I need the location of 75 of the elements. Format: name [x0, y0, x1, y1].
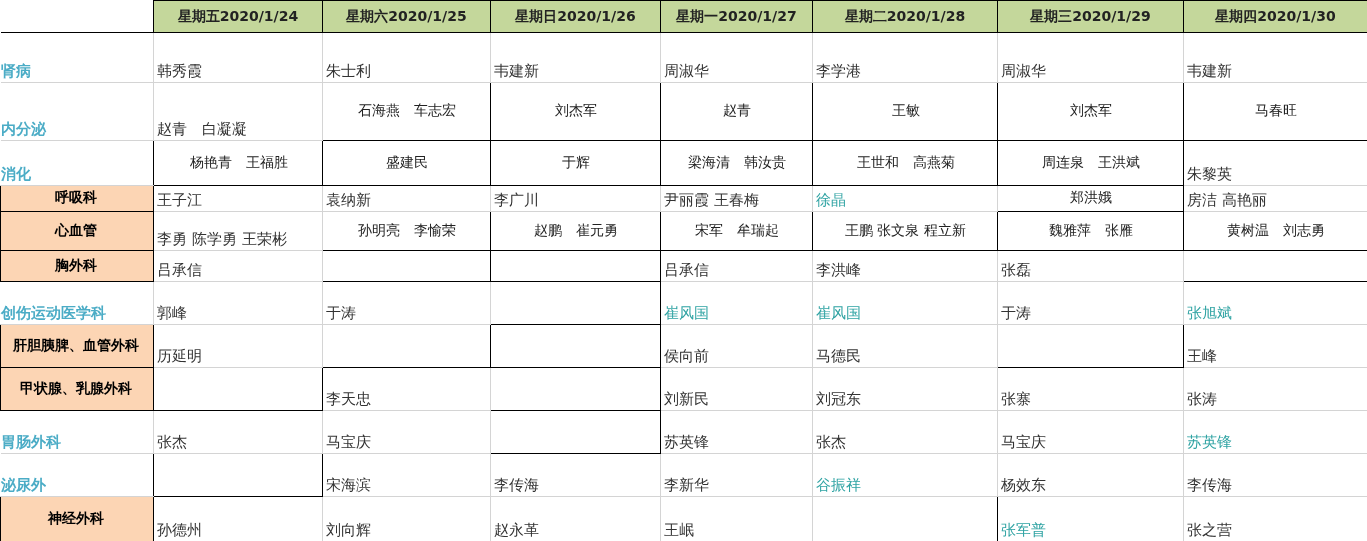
table-cell: 吕承信: [660, 250, 813, 282]
table-cell: 于涛: [322, 281, 491, 325]
department-cell: 心血管: [0, 211, 154, 251]
table-cell: 周淑华: [660, 32, 813, 83]
table-cell: 苏英锋: [660, 410, 813, 454]
header-cell: 星期六2020/1/25: [322, 0, 491, 33]
table-cell: 马宝庆: [997, 410, 1184, 454]
header-cell: 星期日2020/1/26: [490, 0, 661, 33]
department-cell: 甲状腺、乳腺外科: [0, 367, 154, 411]
table-cell: 孙明亮 李愉荣: [322, 211, 491, 251]
table-cell: 杨效东: [997, 453, 1184, 497]
table-cell: 朱士利: [322, 32, 491, 83]
department-cell: 泌尿外: [0, 453, 154, 497]
header-cell: 星期五2020/1/24: [153, 0, 323, 33]
table-cell: 李广川: [490, 185, 661, 212]
table-cell: 崔风国: [660, 281, 813, 325]
department-cell: 肝胆胰脾、血管外科: [0, 324, 154, 368]
table-cell: 张磊: [997, 250, 1184, 282]
table-cell: 崔风国: [812, 281, 998, 325]
department-cell: 神经外科: [0, 496, 154, 541]
department-cell: 呼吸科: [0, 185, 154, 212]
department-cell: 胃肠外科: [0, 410, 154, 454]
table-cell: 张杰: [812, 410, 998, 454]
header-cell: 星期二2020/1/28: [812, 0, 998, 33]
table-cell: 宋海滨: [322, 453, 491, 497]
table-cell: 马宝庆: [322, 410, 491, 454]
table-cell: 于涛: [997, 281, 1184, 325]
table-cell: 赵鹏 崔元勇: [490, 211, 661, 251]
table-cell: 刘冠东: [812, 367, 998, 411]
table-cell: 刘杰军: [490, 82, 661, 141]
department-cell: 肾病: [0, 32, 154, 83]
department-cell: 内分泌: [0, 82, 154, 141]
table-cell: 刘杰军: [997, 82, 1184, 141]
table-cell: 徐晶: [812, 185, 998, 212]
table-cell: 袁纳新: [322, 185, 491, 212]
table-cell: 王鹏 张文泉 程立新: [812, 211, 998, 251]
table-cell: 张杰: [153, 410, 323, 454]
table-cell: 赵青 白凝凝: [153, 82, 323, 141]
table-cell: 李天忠: [322, 367, 491, 411]
table-cell: 马德民: [812, 324, 998, 368]
table-cell: 李学港: [812, 32, 998, 83]
table-cell: 李新华: [660, 453, 813, 497]
table-cell: 周连泉 王洪斌: [997, 140, 1184, 186]
table-cell: 宋军 牟瑞起: [660, 211, 813, 251]
table-cell: 盛建民: [322, 140, 491, 186]
table-cell: 王子江: [153, 185, 323, 212]
table-cell: 赵青: [660, 82, 813, 141]
table-cell: 历延明: [153, 324, 323, 368]
table-cell: 李勇 陈学勇 王荣彬: [153, 211, 323, 251]
header-cell: 星期一2020/1/27: [660, 0, 813, 33]
table-cell: 王世和 高燕菊: [812, 140, 998, 186]
department-cell: 消化: [0, 140, 154, 186]
department-cell: 创伤运动医学科: [0, 281, 154, 325]
header-cell: 星期四2020/1/30: [1183, 0, 1367, 33]
header-cell: 星期三2020/1/29: [997, 0, 1184, 33]
table-cell: 周淑华: [997, 32, 1184, 83]
table-cell: 王敏: [812, 82, 998, 141]
table-cell: 杨艳青 王福胜: [153, 140, 323, 186]
table-cell: 尹丽霞 王春梅: [660, 185, 813, 212]
table-cell: 谷振祥: [812, 453, 998, 497]
table-cell: 石海燕 车志宏: [322, 82, 491, 141]
department-cell: 胸外科: [0, 250, 154, 282]
table-cell: 张寨: [997, 367, 1184, 411]
table-cell: 韦建新: [490, 32, 661, 83]
table-cell: 魏雅萍 张雁: [997, 211, 1184, 251]
table-cell: 刘新民: [660, 367, 813, 411]
table-cell: 韩秀霞: [153, 32, 323, 83]
table-cell: 李传海: [490, 453, 661, 497]
table-cell: 李洪峰: [812, 250, 998, 282]
table-cell: 郑洪娥: [997, 185, 1184, 212]
table-cell: 于辉: [490, 140, 661, 186]
table-cell: 吕承信: [153, 250, 323, 282]
table-cell: 郭峰: [153, 281, 323, 325]
table-cell: 侯向前: [660, 324, 813, 368]
table-cell: 梁海清 韩汝贵: [660, 140, 813, 186]
